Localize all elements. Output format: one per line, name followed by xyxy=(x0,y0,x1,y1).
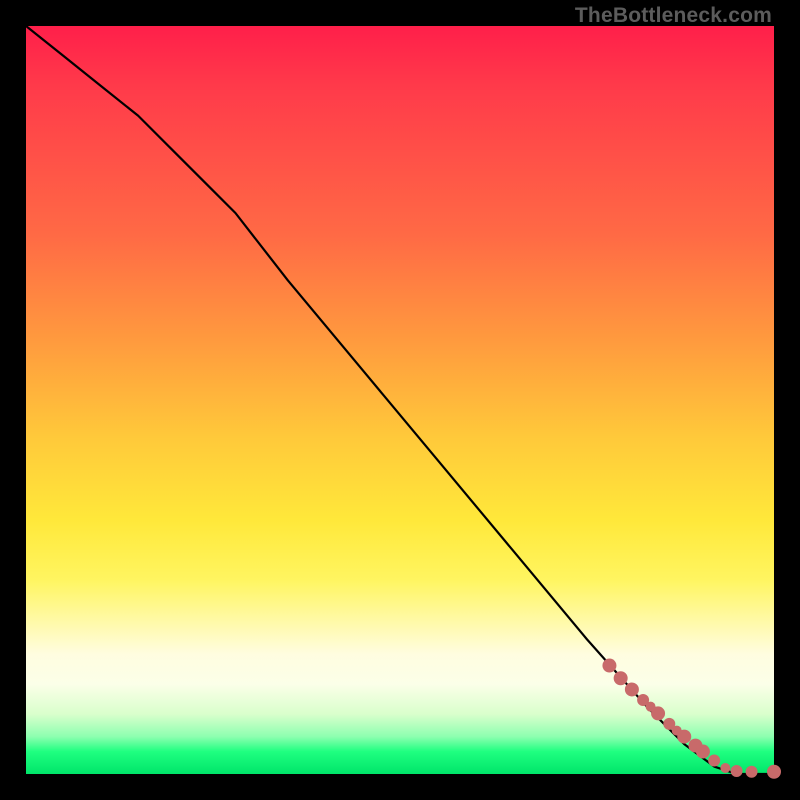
bottleneck-curve xyxy=(26,26,774,774)
marker-point xyxy=(767,765,781,779)
chart-overlay xyxy=(26,26,774,774)
marker-point xyxy=(614,671,628,685)
chart-frame: TheBottleneck.com xyxy=(0,0,800,800)
marker-point xyxy=(625,682,639,696)
marker-point xyxy=(677,730,691,744)
watermark-label: TheBottleneck.com xyxy=(575,4,772,28)
highlight-markers xyxy=(602,659,781,779)
marker-point xyxy=(746,766,758,778)
marker-point xyxy=(720,763,730,773)
marker-point xyxy=(651,706,665,720)
marker-point xyxy=(731,765,743,777)
marker-point xyxy=(708,755,720,767)
marker-point xyxy=(696,745,710,759)
marker-point xyxy=(602,659,616,673)
